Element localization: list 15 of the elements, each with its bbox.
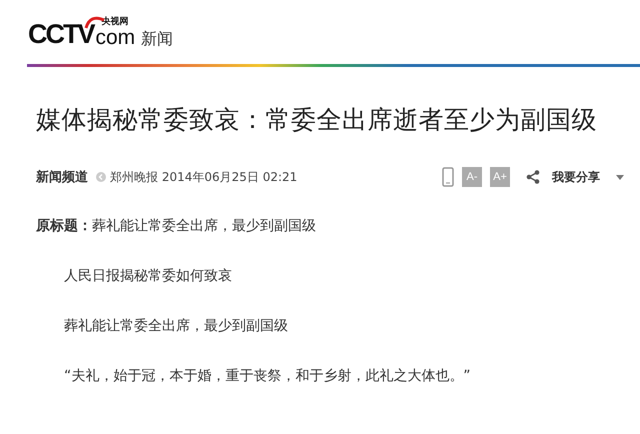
logo-domain: com	[96, 27, 136, 48]
paragraph: 人民日报揭秘常委如何致哀	[63, 267, 233, 286]
source-icon	[96, 172, 106, 182]
share-icon[interactable]	[526, 170, 540, 184]
paragraph: 葬礼能让常委全出席，最少到副国级	[63, 317, 289, 336]
channel-link[interactable]: 新闻频道	[36, 168, 88, 186]
paragraph: “夫礼，始于冠，本于婚，重于丧祭，和于乡射，此礼之大体也。”	[63, 367, 472, 386]
share-button[interactable]: 我要分享	[552, 168, 600, 186]
article-title: 媒体揭秘常委致哀：常委全出席逝者至少为副国级	[36, 104, 598, 136]
mobile-icon[interactable]	[442, 167, 454, 187]
paragraph: 原标题：葬礼能让常委全出席，最少到副国级	[36, 217, 317, 236]
section-name: 新闻	[141, 30, 174, 48]
caret-icon[interactable]	[616, 174, 624, 180]
article-source: 郑州晚报 2014年06月25日 02:21	[110, 168, 298, 186]
logo-text[interactable]: CCTV	[28, 21, 94, 48]
